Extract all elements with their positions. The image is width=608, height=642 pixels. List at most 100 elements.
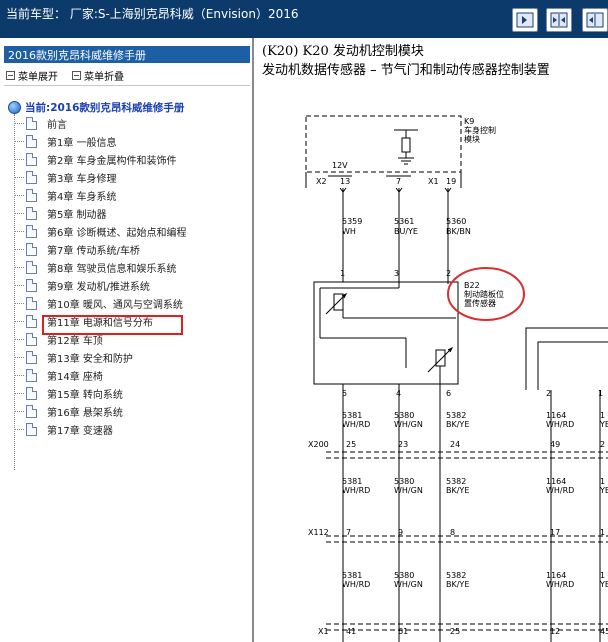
x1-pin-d: 12 [550, 627, 560, 636]
expand-panels-button[interactable] [582, 8, 608, 32]
wire-5382-color-2: BK/YE [446, 486, 469, 495]
tree-item-ch7[interactable]: 第7章 传动系统/车桥 [14, 240, 250, 258]
expand-icon [6, 71, 15, 80]
collapse-panels-button[interactable] [546, 8, 572, 32]
right-pin-1: 1 [598, 389, 603, 398]
wiring-diagram: K9 车身控制 模块 12V X2 X1 13 7 19 5359 WH 536… [305, 115, 608, 642]
tree-item-label: 第16章 悬架系统 [47, 407, 123, 419]
b22-name-line2: 置传感器 [464, 298, 496, 308]
page-icon [26, 368, 37, 382]
vehicle-model-title: 当前车型： 厂家:S-上海别克昂科威（Envision）2016 [6, 7, 299, 21]
wire-5380-id-2: 5380 [394, 477, 414, 486]
sensor-pin-3: 3 [394, 269, 399, 278]
wire-5381-color: WH/RD [342, 420, 370, 429]
manual-title: 2016款别克昂科威维修手册 [4, 46, 250, 63]
page-icon [26, 314, 37, 328]
wire-right-id: 1 [600, 411, 605, 420]
tree-item-ch16[interactable]: 第16章 悬架系统 [14, 402, 250, 420]
page-icon [26, 242, 37, 256]
menu-collapse-label: 菜单折叠 [84, 72, 124, 83]
wire-5381-id: 5381 [342, 411, 362, 420]
tree-item-ch15[interactable]: 第15章 转向系统 [14, 384, 250, 402]
wire-5359-color: WH [342, 227, 356, 236]
tree-item-ch1[interactable]: 第1章 一般信息 [14, 132, 250, 150]
page-icon [26, 206, 37, 220]
x200-pin-d: 49 [550, 440, 560, 449]
tree-item-label: 第6章 诊断概述、起始点和编程 [47, 227, 187, 239]
tree-item-ch6[interactable]: 第6章 诊断概述、起始点和编程 [14, 222, 250, 240]
tree-item-ch13[interactable]: 第13章 安全和防护 [14, 348, 250, 366]
x200-pin-c: 24 [450, 440, 460, 449]
wire-right-id-2: 1 [600, 477, 605, 486]
tree-item-ch2[interactable]: 第2章 车身金属构件和装饰件 [14, 150, 250, 168]
x112-pin-a: 7 [346, 528, 351, 537]
x200-pin-a: 25 [346, 440, 356, 449]
wire-1164-color: WH/RD [546, 420, 574, 429]
expand-panels-icon [586, 12, 604, 28]
tree-item-ch3[interactable]: 第3章 车身修理 [14, 168, 250, 186]
connector-x2: X2 [316, 177, 327, 186]
sensor-pin-6: 6 [446, 389, 451, 398]
tree-item-label: 第9章 发动机/推进系统 [47, 281, 150, 293]
menu-collapse-button[interactable]: 菜单折叠 [72, 68, 124, 83]
x112-pin-b: 9 [398, 528, 403, 537]
pin-13: 13 [340, 177, 350, 186]
wiring-diagram-view: (K20) K20 发动机控制模块 发动机数据传感器 – 节气门和制动传感器控制… [256, 38, 608, 642]
tree-root[interactable]: 当前:2016款别克昂科威维修手册 [8, 100, 184, 115]
x200-pin-b: 23 [398, 440, 408, 449]
page-icon [26, 260, 37, 274]
k9-name-line2: 模块 [464, 134, 480, 144]
wire-5382-color: BK/YE [446, 420, 469, 429]
page-icon [26, 386, 37, 400]
wire-5360-id: 5360 [446, 217, 466, 226]
page-icon [26, 404, 37, 418]
tree-item-label: 第10章 暖风、通风与空调系统 [47, 299, 183, 311]
tree-item-ch9[interactable]: 第9章 发动机/推进系统 [14, 276, 250, 294]
tree-item-label: 第4章 车身系统 [47, 191, 117, 203]
selected-chapter-highlight [42, 315, 183, 335]
wire-5361-id: 5361 [394, 217, 414, 226]
k9-module-box [305, 115, 462, 173]
page-icon [26, 170, 37, 184]
wire-5380-id-3: 5380 [394, 571, 414, 580]
title-bar: 当前车型： 厂家:S-上海别克昂科威（Envision）2016 [0, 0, 608, 38]
voltage-label: 12V [332, 161, 348, 170]
x1-pin-e: 45 [600, 627, 608, 636]
tree-item-preface[interactable]: 前言 [14, 114, 250, 132]
tree-item-ch10[interactable]: 第10章 暖风、通风与空调系统 [14, 294, 250, 312]
page-icon [26, 116, 37, 130]
page-icon [26, 332, 37, 346]
x200-pin-e: 2 [600, 440, 605, 449]
wire-5380-id: 5380 [394, 411, 414, 420]
divider [4, 85, 250, 86]
tree-item-label: 第15章 转向系统 [47, 389, 123, 401]
tree-item-ch4[interactable]: 第4章 车身系统 [14, 186, 250, 204]
x112-pin-e: 1 [600, 528, 605, 537]
wire-right-id-3: 1 [600, 571, 605, 580]
k9-name-line1: 车身控制 [464, 125, 496, 135]
tree-item-ch14[interactable]: 第14章 座椅 [14, 366, 250, 384]
k9-id: K9 [464, 117, 474, 126]
pin-7: 7 [396, 177, 401, 186]
page-icon [26, 152, 37, 166]
collapse-panels-icon [550, 12, 568, 28]
menu-expand-label: 菜单展开 [18, 72, 58, 83]
wire-1164-id: 1164 [546, 411, 566, 420]
tree-item-ch5[interactable]: 第5章 制动器 [14, 204, 250, 222]
wire-right-color: YE [599, 420, 608, 429]
wire-5381-id-3: 5381 [342, 571, 362, 580]
collapse-icon [72, 71, 81, 80]
forward-button[interactable] [512, 8, 538, 32]
globe-icon [8, 101, 21, 114]
x112-pin-d: 17 [550, 528, 560, 537]
tree-item-ch8[interactable]: 第8章 驾驶员信息和娱乐系统 [14, 258, 250, 276]
right-pin-2: 2 [546, 389, 551, 398]
tree-item-label: 前言 [47, 119, 67, 131]
menu-expand-button[interactable]: 菜单展开 [6, 68, 58, 83]
tree-item-ch17[interactable]: 第17章 变速器 [14, 420, 250, 438]
wire-1164-id-2: 1164 [546, 477, 566, 486]
wire-5381-id-2: 5381 [342, 477, 362, 486]
x112-pin-c: 8 [450, 528, 455, 537]
connector-x112: X112 [308, 528, 329, 537]
wire-5382-color-3: BK/YE [446, 580, 469, 589]
